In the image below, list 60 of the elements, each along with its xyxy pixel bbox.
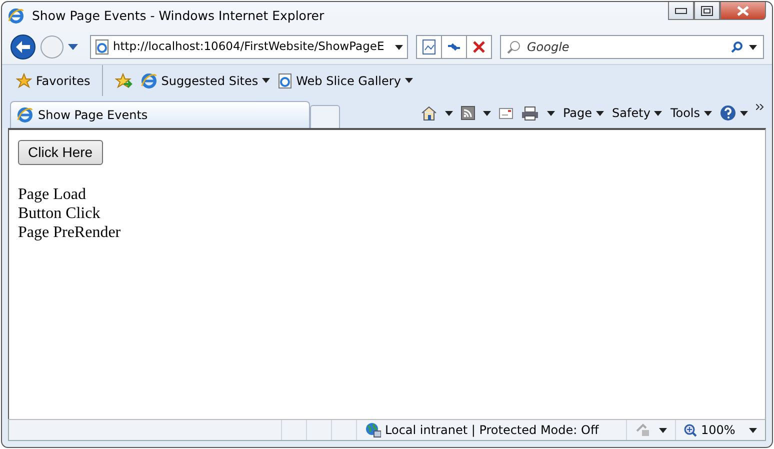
chevron-icon[interactable]: [756, 104, 764, 110]
close-button[interactable]: [720, 2, 766, 20]
caret-icon[interactable]: [546, 110, 555, 116]
add-favorite-icon[interactable]: [115, 72, 134, 88]
event-text: Button Click: [18, 204, 100, 223]
zoom-icon[interactable]: [684, 424, 697, 436]
browser-icon: [8, 8, 24, 24]
back-button[interactable]: [10, 34, 36, 60]
favorites-link[interactable]: Web Slice Gallery: [278, 72, 413, 90]
caret-icon: [704, 110, 712, 116]
page-icon: [422, 39, 436, 55]
search-icon[interactable]: [731, 41, 743, 53]
caret-icon[interactable]: [395, 44, 403, 50]
caret-icon[interactable]: [659, 428, 667, 432]
caret-icon: [404, 78, 413, 83]
menu-button[interactable]: Page: [562, 104, 604, 122]
click-button[interactable]: Click Here: [18, 140, 103, 165]
help-button[interactable]: [720, 105, 748, 121]
printer-icon[interactable]: [520, 106, 539, 120]
home-icon[interactable]: [420, 105, 437, 121]
close-icon: [737, 6, 749, 16]
caret-icon: [740, 110, 748, 116]
history-dropdown-icon[interactable]: [68, 44, 78, 50]
zone-text: Local intranet | Protected Mode: Off: [385, 422, 599, 439]
feed-icon[interactable]: [460, 106, 475, 120]
mail-icon[interactable]: [498, 108, 513, 118]
menu-button[interactable]: Safety: [612, 104, 662, 122]
browser-tab[interactable]: Show Page Events: [10, 101, 310, 128]
magnifier-icon: [507, 40, 521, 54]
zoom-level: 100%: [701, 422, 736, 439]
favorites-link[interactable]: Suggested Sites: [141, 72, 270, 90]
star-icon: [16, 72, 32, 88]
page-icon: [278, 72, 292, 88]
minimize-button[interactable]: [668, 2, 694, 20]
menu-button[interactable]: Tools: [670, 104, 712, 122]
minimize-icon: [675, 8, 687, 14]
caret-icon: [654, 110, 662, 116]
stop-button[interactable]: [466, 35, 492, 59]
window-title: Show Page Events - Windows Internet Explorer: [32, 6, 324, 25]
stop-icon: [473, 41, 485, 53]
caret-icon[interactable]: [444, 110, 453, 116]
caret-icon[interactable]: [749, 44, 757, 50]
caret-icon: [262, 78, 270, 83]
compatibility-button[interactable]: [416, 35, 442, 59]
caret-icon[interactable]: [749, 428, 757, 432]
help-icon: [720, 105, 736, 121]
maximize-button[interactable]: [694, 2, 720, 20]
refresh-button[interactable]: [441, 35, 467, 59]
maximize-icon: [701, 6, 713, 16]
browser-icon: [141, 72, 158, 88]
event-text: Page PreRender: [18, 223, 121, 242]
caret-icon[interactable]: [482, 110, 491, 116]
page-icon: [95, 39, 109, 55]
browser-icon: [17, 107, 33, 123]
address-bar[interactable]: http://localhost:10604/FirstWebsite/ShowPageE: [90, 35, 408, 59]
caret-icon: [596, 110, 604, 116]
search-field[interactable]: Google: [500, 35, 764, 59]
event-text: Page Load: [18, 185, 86, 204]
globe-icon: [365, 422, 381, 438]
favorites-button[interactable]: Favorites: [16, 72, 90, 90]
